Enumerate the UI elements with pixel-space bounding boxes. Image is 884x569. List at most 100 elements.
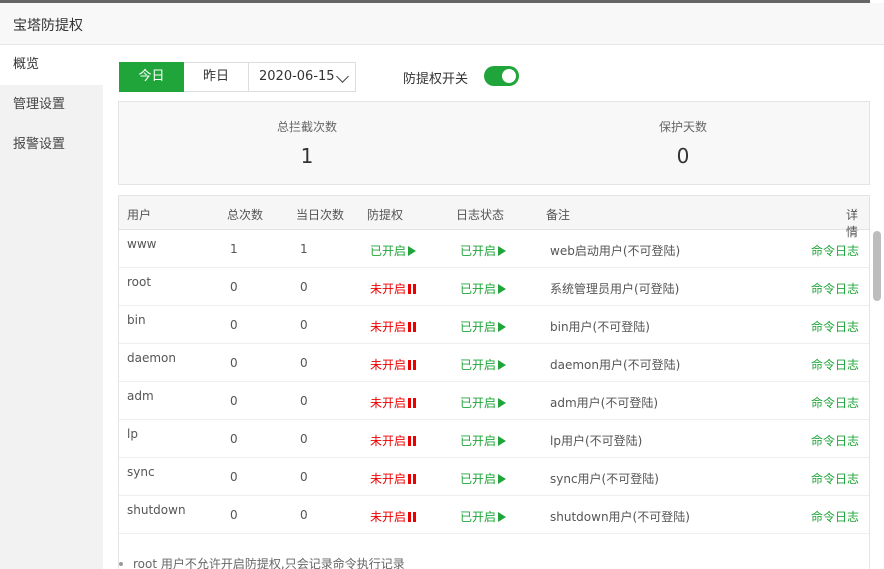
- play-icon: [498, 474, 507, 484]
- command-log-link[interactable]: 命令日志: [811, 394, 859, 411]
- protection-status-toggle[interactable]: 未开启: [370, 356, 417, 373]
- log-status-toggle[interactable]: 已开启: [460, 356, 507, 373]
- cell-user: www: [127, 237, 157, 251]
- cell-today-count: 0: [300, 318, 308, 332]
- pause-icon: [408, 360, 417, 370]
- protection-switch-label: 防提权开关: [403, 72, 469, 87]
- play-icon: [498, 436, 507, 446]
- log-status-text: 已开启: [460, 244, 497, 258]
- log-status-text: 已开启: [460, 434, 497, 448]
- log-status-text: 已开启: [460, 396, 497, 410]
- date-select[interactable]: 2020-06-15: [248, 62, 356, 92]
- cell-remark: adm用户(不可登陆): [550, 396, 659, 410]
- log-status-toggle[interactable]: 已开启: [460, 470, 507, 487]
- play-icon: [498, 360, 507, 370]
- command-log-link[interactable]: 命令日志: [811, 318, 859, 335]
- protection-days-stat: 保护天数 0: [495, 102, 871, 186]
- cell-user: daemon: [127, 351, 176, 365]
- cell-total-count: 0: [230, 280, 238, 294]
- play-icon: [498, 246, 507, 256]
- chevron-down-icon: [336, 70, 349, 83]
- header-today-count: 当日次数: [296, 208, 345, 222]
- table-row: daemon 0 0 未开启 已开启 daemon用户(不可登陆) 命令日志: [119, 344, 869, 382]
- sidebar-item-overview[interactable]: 概览: [0, 45, 103, 85]
- yesterday-button[interactable]: 昨日: [184, 62, 249, 92]
- command-log-link[interactable]: 命令日志: [811, 280, 859, 297]
- pause-icon: [408, 398, 417, 408]
- date-select-value: 2020-06-15: [259, 69, 335, 84]
- table-scrollbar-thumb[interactable]: [873, 231, 881, 301]
- table-row: www 1 1 已开启 已开启 web启动用户(不可登陆) 命令日志: [119, 230, 869, 268]
- cell-today-count: 0: [300, 356, 308, 370]
- today-button[interactable]: 今日: [119, 62, 184, 92]
- header-user: 用户: [127, 208, 152, 222]
- toggle-knob: [502, 69, 516, 83]
- command-log-link[interactable]: 命令日志: [811, 432, 859, 449]
- cell-user: sync: [127, 465, 155, 479]
- cell-remark: 系统管理员用户(可登陆): [550, 282, 680, 296]
- pause-icon: [408, 436, 417, 446]
- protection-status-toggle[interactable]: 未开启: [370, 318, 417, 335]
- table-row: root 0 0 未开启 已开启 系统管理员用户(可登陆) 命令日志: [119, 268, 869, 306]
- log-status-text: 已开启: [460, 358, 497, 372]
- cell-remark: bin用户(不可登陆): [550, 320, 650, 334]
- protection-status-text: 未开启: [370, 358, 407, 372]
- log-status-toggle[interactable]: 已开启: [460, 318, 507, 335]
- log-status-toggle[interactable]: 已开启: [460, 242, 507, 259]
- table-row: lp 0 0 未开启 已开启 lp用户(不可登陆) 命令日志: [119, 420, 869, 458]
- protection-status-text: 未开启: [370, 320, 407, 334]
- protection-status-text: 未开启: [370, 510, 407, 524]
- footer-note: root 用户不允许开启防提权,只会记录命令执行记录: [119, 555, 405, 569]
- total-intercepts-stat: 总拦截次数 1: [119, 102, 495, 186]
- play-icon: [498, 398, 507, 408]
- log-status-toggle[interactable]: 已开启: [460, 432, 507, 449]
- cell-total-count: 0: [230, 470, 238, 484]
- stats-panel: 总拦截次数 1 保护天数 0: [118, 101, 870, 185]
- cell-total-count: 0: [230, 318, 238, 332]
- log-status-text: 已开启: [460, 282, 497, 296]
- command-log-link[interactable]: 命令日志: [811, 508, 859, 525]
- command-log-link[interactable]: 命令日志: [811, 242, 859, 259]
- table-row: sync 0 0 未开启 已开启 sync用户(不可登陆) 命令日志: [119, 458, 869, 496]
- protection-status-toggle[interactable]: 已开启: [370, 242, 417, 259]
- protection-status-text: 未开启: [370, 434, 407, 448]
- protection-status-toggle[interactable]: 未开启: [370, 280, 417, 297]
- log-status-toggle[interactable]: 已开启: [460, 394, 507, 411]
- sidebar-item-management-settings[interactable]: 管理设置: [0, 85, 103, 125]
- protection-days-value: 0: [676, 144, 690, 168]
- table-body: www 1 1 已开启 已开启 web启动用户(不可登陆) 命令日志 root 0 0 未开启 已开启…: [119, 230, 869, 534]
- log-status-text: 已开启: [460, 510, 497, 524]
- sidebar-item-alert-settings[interactable]: 报警设置: [0, 125, 103, 165]
- command-log-link[interactable]: 命令日志: [811, 470, 859, 487]
- play-icon: [498, 322, 507, 332]
- protection-status-toggle[interactable]: 未开启: [370, 470, 417, 487]
- day-toggle-group: 今日 昨日: [119, 62, 249, 92]
- protection-toggle-switch[interactable]: [484, 66, 519, 86]
- pause-icon: [408, 322, 417, 332]
- protection-status-toggle[interactable]: 未开启: [370, 432, 417, 449]
- command-log-link[interactable]: 命令日志: [811, 356, 859, 373]
- title-bar: 宝塔防提权: [0, 3, 884, 45]
- protection-status-text: 未开启: [370, 282, 407, 296]
- footer-note-text: root 用户不允许开启防提权,只会记录命令执行记录: [133, 557, 405, 569]
- main-content: 今日 昨日 2020-06-15 防提权开关 总拦截次数 1 保护天数 0 用户…: [103, 45, 884, 569]
- table-row: adm 0 0 未开启 已开启 adm用户(不可登陆) 命令日志: [119, 382, 869, 420]
- pause-icon: [408, 284, 417, 294]
- header-total-count: 总次数: [227, 208, 264, 222]
- header-log-status: 日志状态: [456, 208, 505, 222]
- log-status-toggle[interactable]: 已开启: [460, 508, 507, 525]
- protection-status-text: 未开启: [370, 472, 407, 486]
- window-title: 宝塔防提权: [13, 18, 83, 34]
- cell-total-count: 0: [230, 432, 238, 446]
- total-intercepts-label: 总拦截次数: [276, 120, 337, 134]
- cell-today-count: 0: [300, 432, 308, 446]
- protection-status-toggle[interactable]: 未开启: [370, 394, 417, 411]
- log-status-toggle[interactable]: 已开启: [460, 280, 507, 297]
- cell-today-count: 0: [300, 280, 308, 294]
- protection-status-toggle[interactable]: 未开启: [370, 508, 417, 525]
- play-icon: [498, 284, 507, 294]
- cell-user: lp: [127, 427, 138, 441]
- pause-icon: [408, 474, 417, 484]
- cell-total-count: 0: [230, 508, 238, 522]
- cell-remark: sync用户(不可登陆): [550, 472, 659, 486]
